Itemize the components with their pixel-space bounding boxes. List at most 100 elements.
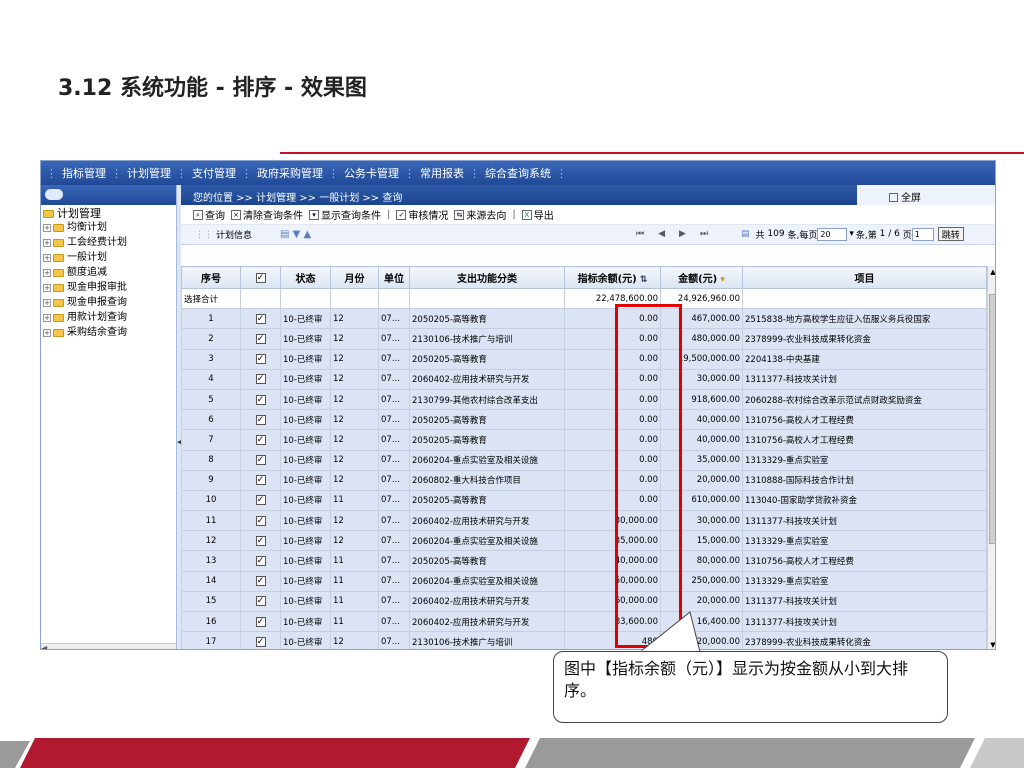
cell-select[interactable]: ✓ <box>240 409 281 431</box>
jump-button[interactable]: 跳转 <box>937 227 964 241</box>
menu-item-procurement[interactable]: 政府采购管理 <box>253 165 327 181</box>
audit-status-button[interactable]: ✓ 审核情况 <box>396 207 448 222</box>
page-number-input[interactable] <box>911 227 934 241</box>
col-header-no[interactable]: 序号 <box>181 266 241 289</box>
col-header-amount[interactable]: 金额(元) ▾ <box>660 266 743 289</box>
row-checkbox[interactable]: ✓ <box>255 616 266 627</box>
expand-icon[interactable]: + <box>43 253 51 262</box>
scroll-left-icon[interactable]: ◀ <box>41 644 47 649</box>
menu-item-official-card[interactable]: 公务卡管理 <box>340 165 403 181</box>
dropdown-icon[interactable]: ▾ <box>849 229 854 239</box>
row-checkbox[interactable]: ✓ <box>255 414 266 425</box>
cell-select[interactable]: ✓ <box>240 348 281 370</box>
menu-item-payment[interactable]: 支付管理 <box>188 165 240 181</box>
expand-icon[interactable]: + <box>43 313 51 322</box>
col-header-balance[interactable]: 指标余额(元) ⇅ <box>564 266 661 289</box>
fullscreen-button[interactable]: 全屏 <box>857 185 995 205</box>
row-checkbox[interactable]: ✓ <box>255 354 266 365</box>
table-row[interactable]: 16 ✓ 10-已终审 11 07... 2060402-应用技术研究与开发 83,600.… <box>181 610 987 633</box>
row-checkbox[interactable]: ✓ <box>255 333 266 344</box>
table-row[interactable]: 1 ✓ 10-已终审 12 07... 2050205-高等教育 0.00 467,000.0… <box>181 308 987 330</box>
cell-select[interactable]: ✓ <box>240 550 281 572</box>
cell-select[interactable]: ✓ <box>240 388 281 411</box>
scroll-thumb[interactable] <box>989 294 995 544</box>
sort-ascending-icon[interactable]: ⇅ <box>637 275 648 285</box>
row-checkbox[interactable]: ✓ <box>255 535 266 546</box>
menu-item-query-system[interactable]: 综合查询系统 <box>481 165 555 181</box>
tree-item-balanced-plan[interactable]: + 均衡计划 <box>43 221 176 234</box>
left-horizontal-scrollbar[interactable]: ◀ <box>41 643 176 649</box>
cell-select[interactable]: ✓ <box>240 570 281 592</box>
tree-item-union-fund-plan[interactable]: + 工会经费计划 <box>43 236 176 249</box>
col-header-category[interactable]: 支出功能分类 <box>409 266 565 289</box>
table-row[interactable]: 3 ✓ 10-已终审 12 07... 2050205-高等教育 0.00 19,500,00… <box>181 348 987 370</box>
first-page-icon[interactable]: ⏮ <box>636 229 644 239</box>
next-page-icon[interactable]: ▶ <box>679 229 686 239</box>
prev-page-icon[interactable]: ◀ <box>658 229 665 239</box>
cell-select[interactable]: ✓ <box>240 449 281 471</box>
cell-select[interactable]: ✓ <box>240 590 281 613</box>
cell-select[interactable]: ✓ <box>240 610 281 633</box>
per-page-select[interactable] <box>817 227 848 241</box>
row-checkbox[interactable]: ✓ <box>255 313 266 324</box>
col-header-project[interactable]: 项目 <box>742 266 987 289</box>
cell-select[interactable]: ✓ <box>240 489 281 512</box>
expand-icon[interactable]: + <box>43 283 51 292</box>
tree-item-cash-approval[interactable]: + 现金申报审批 <box>43 281 176 294</box>
select-all-checkbox[interactable]: ✓ <box>255 273 266 283</box>
row-checkbox[interactable]: ✓ <box>255 475 266 486</box>
table-row[interactable]: 17 ✓ 10-已终审 12 07... 2130106-技术推广与培训 480 20,000… <box>181 631 987 649</box>
tree-root[interactable]: 计划管理 <box>43 207 176 220</box>
col-header-select[interactable]: ✓ <box>240 266 281 289</box>
row-checkbox[interactable]: ✓ <box>255 455 266 466</box>
grid-tool-icons[interactable]: ▤ ▼ ▲ <box>280 229 311 240</box>
source-destination-button[interactable]: ⇆ 来源去向 <box>454 207 506 222</box>
cell-select[interactable]: ✓ <box>240 631 281 649</box>
cell-select[interactable]: ✓ <box>240 308 281 330</box>
expand-icon[interactable]: + <box>43 268 51 277</box>
col-header-status[interactable]: 状态 <box>280 266 331 289</box>
tree-item-general-plan[interactable]: + 一般计划 <box>43 251 176 264</box>
row-checkbox[interactable]: ✓ <box>255 556 266 567</box>
table-row[interactable]: 11 ✓ 10-已终审 12 07... 2060402-应用技术研究与开发 30,000.… <box>181 510 987 532</box>
table-row[interactable]: 8 ✓ 10-已终审 12 07... 2060204-重点实验室及相关设施 0.00 35,… <box>181 449 987 471</box>
row-checkbox[interactable]: ✓ <box>255 495 266 506</box>
table-row[interactable]: 2 ✓ 10-已终审 12 07... 2130106-技术推广与培训 0.00 480,00… <box>181 328 987 350</box>
row-checkbox[interactable]: ✓ <box>255 596 266 607</box>
cell-select[interactable]: ✓ <box>240 429 281 451</box>
cell-select[interactable]: ✓ <box>240 368 281 390</box>
table-row[interactable]: 4 ✓ 10-已终审 12 07... 2060402-应用技术研究与开发 0.00 30,0… <box>181 368 987 390</box>
menu-item-plan[interactable]: 计划管理 <box>123 165 175 181</box>
show-conditions-button[interactable]: ▾ 显示查询条件 <box>309 207 381 222</box>
row-checkbox[interactable]: ✓ <box>255 515 266 526</box>
row-checkbox[interactable]: ✓ <box>255 434 266 445</box>
last-page-icon[interactable]: ⏭ <box>700 229 708 239</box>
cell-select[interactable]: ✓ <box>240 530 281 552</box>
expand-icon[interactable]: + <box>43 238 51 247</box>
table-row[interactable]: 9 ✓ 10-已终审 12 07... 2060802-重大科技合作项目 0.00 20,00… <box>181 469 987 491</box>
sort-dropdown-icon[interactable]: ▾ <box>717 275 725 285</box>
table-row[interactable]: 10 ✓ 10-已终审 11 07... 2050205-高等教育 0.00 610,000.… <box>181 489 987 512</box>
tree-item-spending-plan-query[interactable]: + 用款计划查询 <box>43 311 176 324</box>
menu-item-indicator[interactable]: 指标管理 <box>58 165 110 181</box>
row-checkbox[interactable]: ✓ <box>255 636 266 647</box>
row-checkbox[interactable]: ✓ <box>255 394 266 405</box>
col-header-unit[interactable]: 单位 <box>378 266 410 289</box>
table-row[interactable]: 15 ✓ 10-已终审 11 07... 2060402-应用技术研究与开发 60,000.… <box>181 590 987 613</box>
export-button[interactable]: X 导出 <box>521 207 554 222</box>
menu-item-reports[interactable]: 常用报表 <box>416 165 468 181</box>
expand-icon[interactable]: + <box>43 328 51 337</box>
row-checkbox[interactable]: ✓ <box>255 374 266 385</box>
scroll-down-icon[interactable]: ▼ <box>988 641 995 649</box>
expand-icon[interactable]: + <box>43 298 51 307</box>
table-row[interactable]: 7 ✓ 10-已终审 12 07... 2050205-高等教育 0.00 40,000.00… <box>181 429 987 451</box>
col-header-month[interactable]: 月份 <box>330 266 379 289</box>
expand-icon[interactable]: + <box>43 223 51 232</box>
cell-select[interactable]: ✓ <box>240 469 281 491</box>
table-row[interactable]: 12 ✓ 10-已终审 12 07... 2060204-重点实验室及相关设施 35,000… <box>181 530 987 552</box>
tree-item-cash-query[interactable]: + 现金申报查询 <box>43 296 176 309</box>
cell-select[interactable]: ✓ <box>240 510 281 532</box>
clear-conditions-button[interactable]: × 清除查询条件 <box>231 207 303 222</box>
table-row[interactable]: 14 ✓ 10-已终审 11 07... 2060204-重点实验室及相关设施 50,000… <box>181 570 987 592</box>
table-row[interactable]: 5 ✓ 10-已终审 12 07... 2130799-其他农村综合改革支出 0.00 918… <box>181 388 987 411</box>
